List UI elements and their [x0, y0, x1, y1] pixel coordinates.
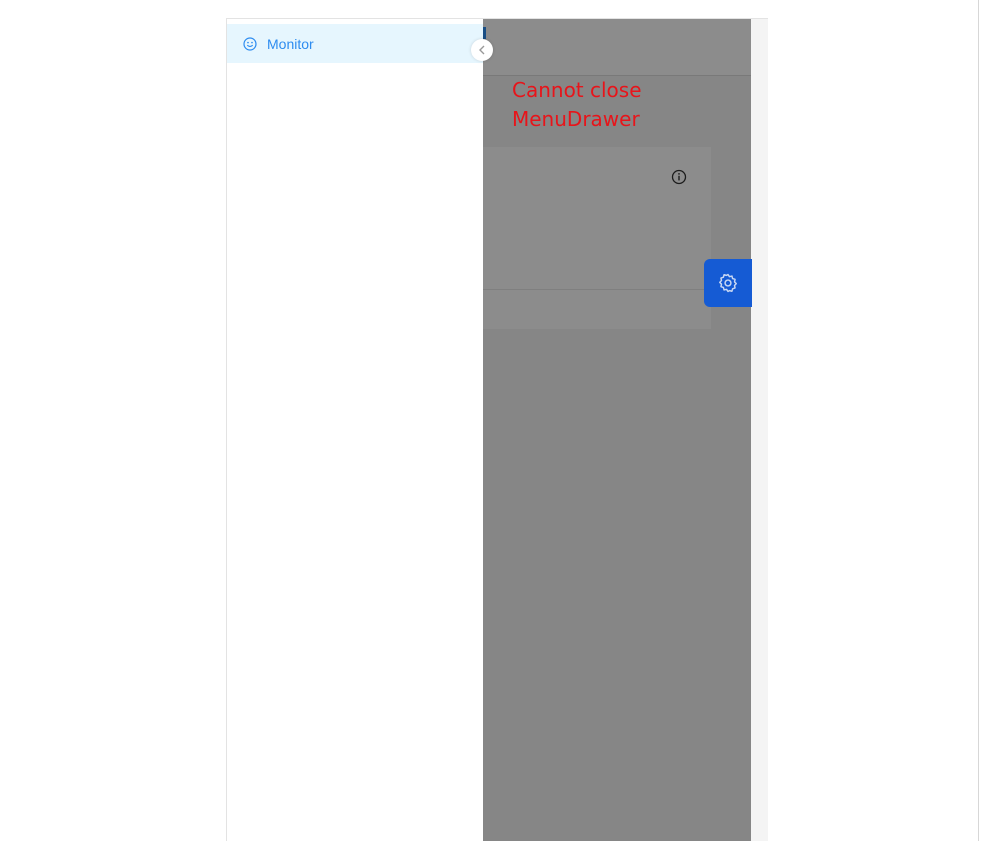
menu-item-label: Monitor [267, 35, 314, 52]
window-edge [978, 0, 979, 841]
drawer-mask[interactable] [483, 19, 751, 841]
smile-icon [243, 36, 257, 51]
chevron-left-icon [478, 45, 486, 55]
menu-item-monitor[interactable]: Monitor [227, 24, 483, 63]
menu-drawer: Monitor [227, 19, 483, 841]
annotation-text: Cannot close MenuDrawer [512, 78, 642, 131]
settings-button[interactable] [704, 259, 752, 307]
app-frame: Cannot close MenuDrawer Monitor [226, 18, 768, 841]
gear-icon [717, 272, 739, 294]
drawer-collapse-handle[interactable] [471, 39, 493, 61]
